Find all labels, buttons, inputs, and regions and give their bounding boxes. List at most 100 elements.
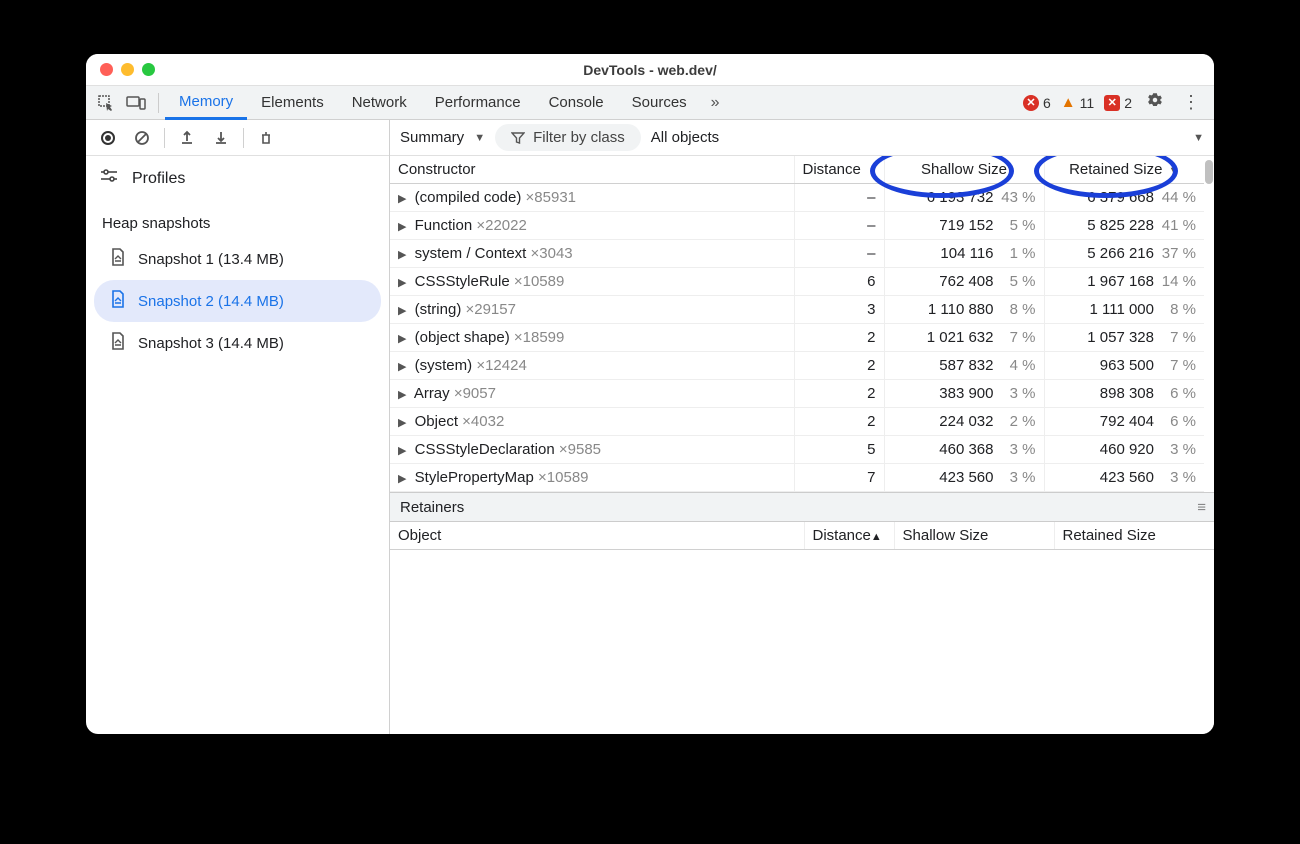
expand-icon[interactable]: ▶ [398,389,410,401]
snapshot-icon [110,290,126,312]
instance-count: ×4032 [462,413,504,430]
retainers-col-retained[interactable]: Retained Size [1054,522,1214,550]
shallow-size-pct: 43 % [1000,189,1036,206]
retainers-col-distance[interactable]: Distance▲ [804,522,894,550]
table-row[interactable]: ▶ system / Context ×3043–104 1161 %5 266… [390,240,1204,268]
tab-memory[interactable]: Memory [165,86,247,120]
sidebar: Profiles Heap snapshots Snapshot 1 (13.4… [86,120,390,734]
table-row[interactable]: ▶ Function ×22022–719 1525 %5 825 22841 … [390,212,1204,240]
distance-value: 3 [794,296,884,324]
tab-network[interactable]: Network [338,86,421,120]
device-icon[interactable] [122,89,150,117]
expand-icon[interactable]: ▶ [398,473,410,485]
shallow-size-pct: 8 % [1000,301,1036,318]
retained-size-pct: 3 % [1160,441,1196,458]
errors-count: 6 [1043,95,1051,111]
table-row[interactable]: ▶ StylePropertyMap ×105897423 5603 %423 … [390,464,1204,492]
instance-count: ×10589 [538,469,588,486]
errors-badge[interactable]: ✕ 6 [1023,95,1051,111]
constructors-table: Constructor Distance Shallow Size Retain… [390,156,1204,492]
snapshot-item[interactable]: Snapshot 3 (14.4 MB) [94,322,381,364]
shallow-size-value: 460 368 [939,441,993,458]
expand-icon[interactable]: ▶ [398,305,410,317]
gear-icon[interactable] [1142,91,1168,114]
constructor-name: (string) [415,301,462,318]
filter-input[interactable]: Filter by class [495,124,641,151]
close-icon[interactable] [100,63,113,76]
distance-value: 2 [794,324,884,352]
expand-icon[interactable]: ▶ [398,333,410,345]
hamburger-icon[interactable]: ≡ [1197,499,1204,516]
separator [158,93,159,113]
filter-icon [511,131,525,145]
summary-dropdown[interactable]: Summary ▼ [400,129,485,146]
tab-sources[interactable]: Sources [618,86,701,120]
table-row[interactable]: ▶ (compiled code) ×85931–6 193 73243 %6 … [390,184,1204,212]
shallow-size-pct: 3 % [1000,385,1036,402]
expand-icon[interactable]: ▶ [398,361,410,373]
distance-value: 2 [794,352,884,380]
instance-count: ×12424 [476,357,526,374]
expand-icon[interactable]: ▶ [398,221,410,233]
tab-performance[interactable]: Performance [421,86,535,120]
table-row[interactable]: ▶ (object shape) ×1859921 021 6327 %1 05… [390,324,1204,352]
warnings-badge[interactable]: ▲ 11 [1061,94,1094,111]
table-row[interactable]: ▶ (system) ×124242587 8324 %963 5007 % [390,352,1204,380]
retainers-col-shallow[interactable]: Shallow Size [894,522,1054,550]
table-row[interactable]: ▶ (string) ×2915731 110 8808 %1 111 0008… [390,296,1204,324]
retained-size-value: 460 920 [1100,441,1154,458]
expand-icon[interactable]: ▶ [398,193,410,205]
scrollbar[interactable] [1204,156,1214,492]
issue-icon: ✕ [1104,95,1120,111]
table-row[interactable]: ▶ CSSStyleRule ×105896762 4085 %1 967 16… [390,268,1204,296]
kebab-icon[interactable]: ⋮ [1178,92,1204,113]
tab-elements[interactable]: Elements [247,86,338,120]
separator [164,128,165,148]
clear-icon[interactable] [130,126,154,150]
shallow-size-pct: 1 % [1000,245,1036,262]
constructor-name: (object shape) [415,329,510,346]
scope-dropdown[interactable]: All objects [651,129,719,146]
expand-icon[interactable]: ▶ [398,445,410,457]
load-icon[interactable] [175,126,199,150]
maximize-icon[interactable] [142,63,155,76]
table-row[interactable]: ▶ Array ×90572383 9003 %898 3086 % [390,380,1204,408]
issues-badge[interactable]: ✕ 2 [1104,95,1132,111]
shallow-size-value: 762 408 [939,273,993,290]
col-constructor[interactable]: Constructor [390,156,794,184]
save-icon[interactable] [209,126,233,150]
chevron-down-icon[interactable]: ▼ [1193,132,1204,144]
minimize-icon[interactable] [121,63,134,76]
record-icon[interactable] [96,126,120,150]
col-shallow-size[interactable]: Shallow Size [884,156,1044,184]
table-row[interactable]: ▶ Object ×40322224 0322 %792 4046 % [390,408,1204,436]
retained-size-pct: 14 % [1160,273,1196,290]
workspace: Profiles Heap snapshots Snapshot 1 (13.4… [86,120,1214,734]
profiles-header[interactable]: Profiles [86,156,389,201]
scope-label: All objects [651,129,719,146]
expand-icon[interactable]: ▶ [398,249,410,261]
col-retained-size[interactable]: Retained Size▼ [1044,156,1204,184]
inspect-icon[interactable] [92,89,120,117]
expand-icon[interactable]: ▶ [398,417,410,429]
shallow-size-pct: 5 % [1000,273,1036,290]
snapshot-item[interactable]: Snapshot 2 (14.4 MB) [94,280,381,322]
distance-value: – [794,240,884,268]
distance-value: 5 [794,436,884,464]
tab-console[interactable]: Console [535,86,618,120]
instance-count: ×29157 [465,301,515,318]
constructor-name: CSSStyleDeclaration [415,441,555,458]
main-toolbar: Summary ▼ Filter by class All objects ▼ [390,120,1214,156]
shallow-size-pct: 2 % [1000,413,1036,430]
shallow-size-value: 1 021 632 [927,329,994,346]
constructor-name: StylePropertyMap [415,469,534,486]
retained-size-pct: 3 % [1160,469,1196,486]
snapshot-item[interactable]: Snapshot 1 (13.4 MB) [94,238,381,280]
expand-icon[interactable]: ▶ [398,277,410,289]
retainers-col-object[interactable]: Object [390,522,804,550]
table-row[interactable]: ▶ CSSStyleDeclaration ×95855460 3683 %46… [390,436,1204,464]
shallow-size-pct: 3 % [1000,469,1036,486]
col-distance[interactable]: Distance [794,156,884,184]
tabs-overflow-button[interactable]: » [701,94,730,112]
gc-icon[interactable] [254,126,278,150]
